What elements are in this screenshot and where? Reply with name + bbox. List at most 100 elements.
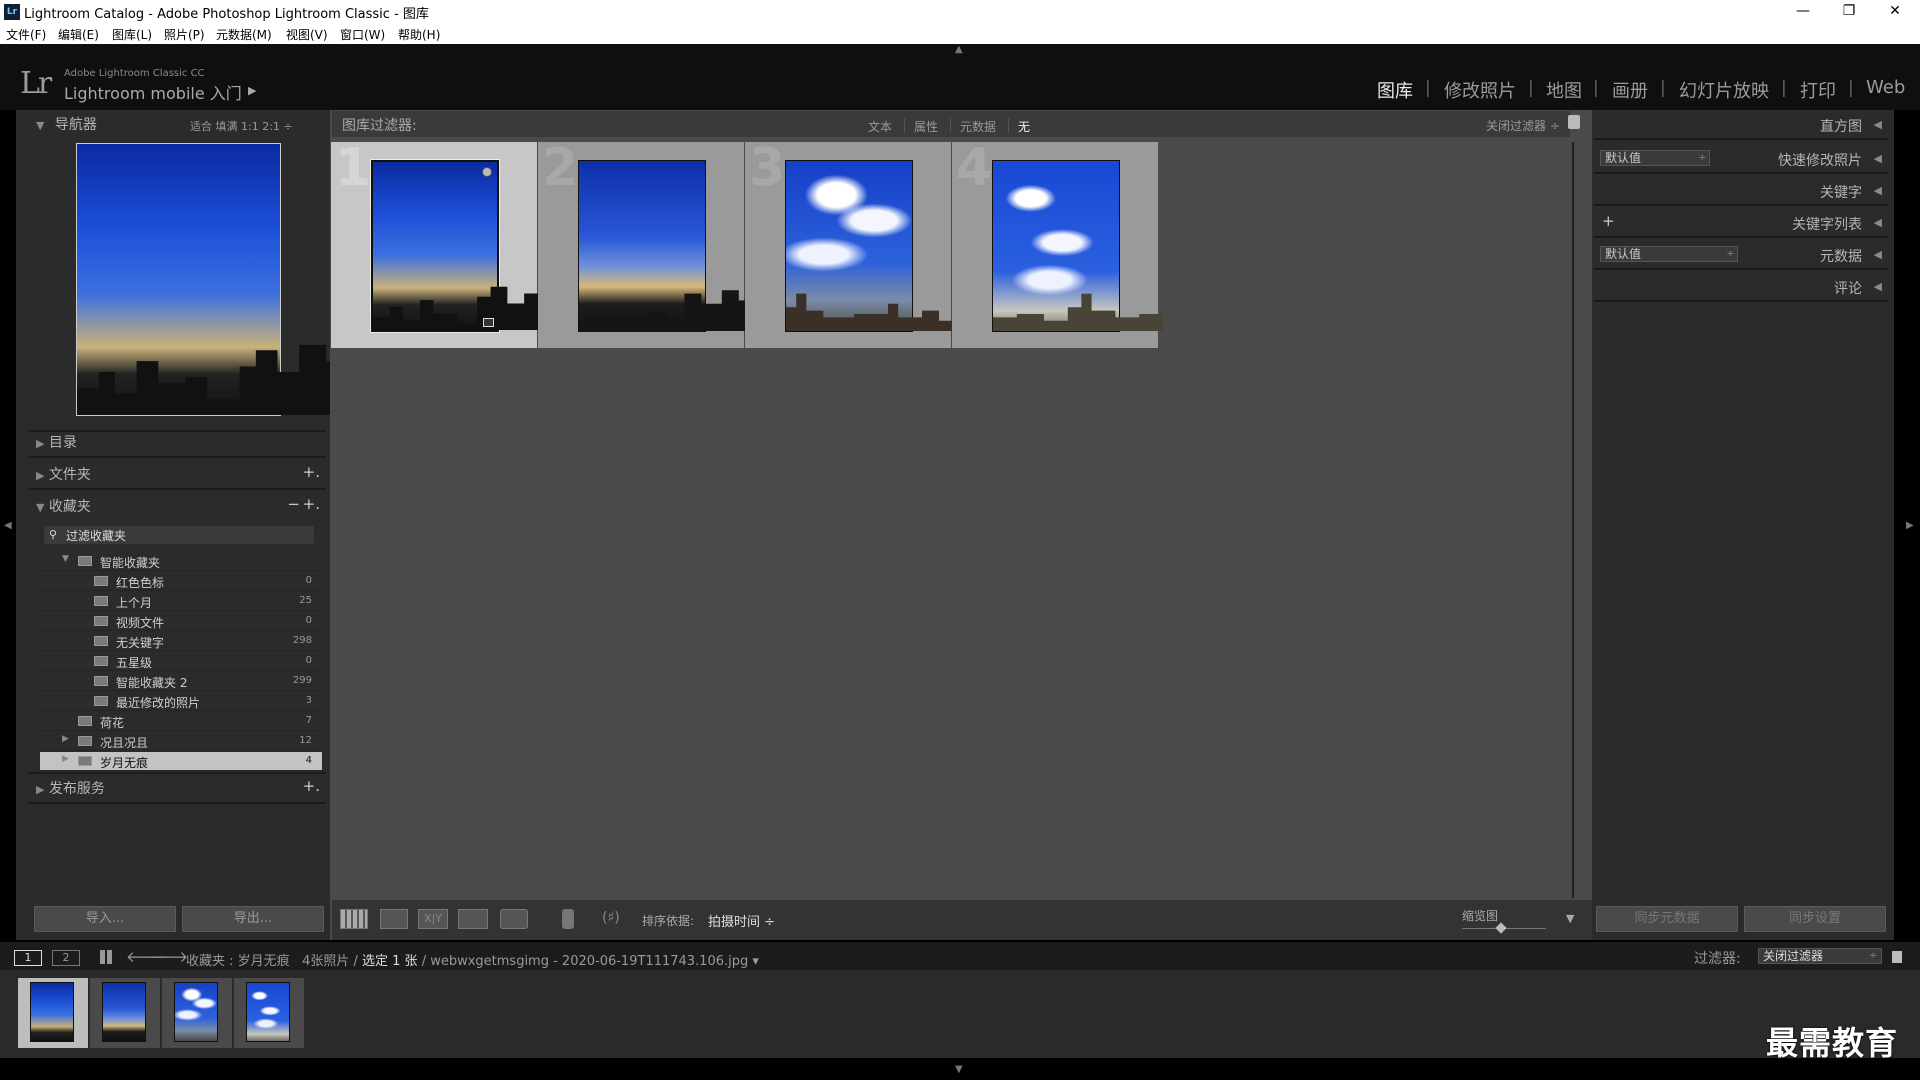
top-panel-toggle-icon[interactable]: ▲ (955, 44, 963, 55)
module-web[interactable]: Web (1866, 77, 1905, 98)
collection-row[interactable]: ▶ 岁月无痕 4 (40, 752, 322, 771)
right-panel-toggle-icon[interactable]: ▶ (1906, 520, 1914, 531)
expand-triangle-icon[interactable]: ▶ (62, 734, 69, 744)
filmstrip-thumbnail[interactable] (102, 982, 146, 1042)
loupe-view-icon[interactable] (380, 909, 408, 929)
collections-filter-input[interactable]: ⚲ 过滤收藏夹 (44, 526, 314, 544)
photo-thumbnail[interactable] (992, 160, 1163, 332)
filmstrip-lock-icon[interactable] (1892, 951, 1902, 963)
filmstrip-thumbnail[interactable] (246, 982, 290, 1042)
grid-cell[interactable]: 3 (745, 138, 956, 348)
play-arrow-icon[interactable]: ▶ (248, 84, 256, 97)
compare-view-icon[interactable]: X|Y (418, 909, 448, 929)
painter-icon[interactable] (562, 909, 574, 929)
menu-library[interactable]: 图库(L) (112, 26, 152, 43)
import-button[interactable]: 导入... (34, 906, 176, 932)
photo-thumbnail[interactable] (785, 160, 956, 332)
menu-view[interactable]: 视图(V) (286, 26, 328, 43)
add-collection-button[interactable]: +. (303, 495, 320, 513)
filmstrip-cell[interactable] (234, 978, 304, 1048)
people-view-icon[interactable] (500, 909, 528, 929)
quick-develop-preset-select[interactable]: 默认值 ÷ (1600, 150, 1710, 166)
quick-develop-panel-header[interactable]: 默认值 ÷ 快速修改照片 ◀ (1594, 144, 1888, 174)
collection-row[interactable]: ▶智能收藏夹 2299 (40, 672, 322, 691)
close-button[interactable]: ✕ (1872, 0, 1918, 24)
a-z-sort-icon[interactable]: (♯) (602, 910, 620, 926)
collection-row[interactable]: ▶ 况且况且 12 (40, 732, 322, 751)
collection-row[interactable]: ▶荷花7 (40, 712, 322, 731)
menu-help[interactable]: 帮助(H) (398, 26, 440, 43)
comments-panel-header[interactable]: 评论 ◀ (1594, 272, 1888, 302)
collection-row[interactable]: ▼ 智能收藏夹 (40, 552, 322, 571)
module-book[interactable]: 画册 (1612, 77, 1648, 103)
grid-scrollbar[interactable] (1572, 142, 1574, 898)
collection-row[interactable]: ▶红色色标0 (40, 572, 322, 591)
left-panel-toggle-icon[interactable]: ◀ (4, 520, 12, 531)
grid-cell[interactable]: 4 (952, 138, 1163, 348)
catalog-panel-header[interactable]: ▶ 目录 (28, 428, 326, 456)
module-slideshow[interactable]: 幻灯片放映 (1679, 77, 1769, 103)
filter-metadata-option[interactable]: 元数据 (960, 118, 996, 135)
restore-button[interactable]: ❐ (1826, 0, 1872, 24)
flag-badge-icon[interactable] (482, 167, 492, 177)
publish-services-panel-header[interactable]: ▶ 发布服务 +. (28, 774, 326, 802)
expand-triangle-icon[interactable]: ▶ (62, 754, 69, 764)
minimize-button[interactable]: — (1780, 0, 1826, 24)
collection-row[interactable]: ▶上个月25 (40, 592, 322, 611)
module-library[interactable]: 图库 (1377, 77, 1413, 103)
grid-cell[interactable]: 1 (331, 138, 541, 348)
module-map[interactable]: 地图 (1546, 77, 1582, 103)
photo-thumbnail[interactable] (370, 159, 541, 333)
histogram-panel-header[interactable]: 直方图 ◀ (1594, 110, 1888, 140)
navigator-zoom-options[interactable]: 适合 填满 1:1 2:1 ÷ (190, 118, 293, 134)
filter-text-option[interactable]: 文本 (868, 118, 892, 135)
menu-edit[interactable]: 编辑(E) (58, 26, 99, 43)
folders-panel-header[interactable]: ▶ 文件夹 +. (28, 460, 326, 488)
navigator-header[interactable]: ▼ 导航器 (36, 114, 97, 138)
filmstrip-thumbnail[interactable] (30, 982, 74, 1042)
module-print[interactable]: 打印 (1800, 77, 1836, 103)
survey-view-icon[interactable] (458, 909, 488, 929)
collapse-triangle-icon[interactable]: ▼ (62, 554, 69, 564)
navigator-preview-image[interactable] (76, 143, 348, 416)
grid-icon[interactable] (100, 950, 114, 964)
sort-dropdown[interactable]: 拍摄时间 ÷ (708, 911, 775, 930)
menu-file[interactable]: 文件(F) (6, 26, 46, 43)
filmstrip-source-info[interactable]: 收藏夹 : 岁月无痕 4张照片 / 选定 1 张 / webwxgetmsgim… (186, 950, 759, 969)
filmstrip-cell[interactable] (18, 978, 88, 1048)
filter-none-option[interactable]: 无 (1018, 118, 1030, 135)
lock-icon[interactable] (1568, 115, 1580, 129)
grid-cell[interactable]: 2 (538, 138, 749, 348)
collection-row[interactable]: ▶无关键字298 (40, 632, 322, 651)
module-develop[interactable]: 修改照片 (1444, 77, 1516, 103)
toolbar-menu-chevron-icon[interactable]: ▼ (1566, 912, 1574, 925)
bottom-panel-toggle-icon[interactable]: ▼ (955, 1064, 963, 1075)
keyword-list-panel-header[interactable]: + 关键字列表 ◀ (1594, 208, 1888, 238)
export-button[interactable]: 导出... (182, 906, 324, 932)
sync-metadata-button[interactable]: 同步元数据 (1596, 906, 1738, 932)
sync-settings-button[interactable]: 同步设置 (1744, 906, 1886, 932)
collection-row[interactable]: ▶最近修改的照片3 (40, 692, 322, 711)
collection-row[interactable]: ▶视频文件0 (40, 612, 322, 631)
photo-thumbnail[interactable] (578, 160, 749, 332)
keywording-panel-header[interactable]: 关键字 ◀ (1594, 176, 1888, 206)
secondary-window-button[interactable]: 2 (52, 950, 80, 966)
add-folder-button[interactable]: +. (303, 463, 320, 481)
metadata-preset-select[interactable]: 默认值 ÷ (1600, 246, 1738, 262)
filter-preset-dropdown[interactable]: 关闭过滤器 ÷ (1486, 117, 1560, 134)
filmstrip-cell[interactable] (90, 978, 160, 1048)
main-window-button[interactable]: 1 (14, 950, 42, 966)
menu-window[interactable]: 窗口(W) (340, 26, 385, 43)
add-keyword-button[interactable]: + (1602, 212, 1615, 230)
filmstrip-filter-dropdown[interactable]: 关闭过滤器 ÷ (1758, 948, 1882, 964)
menu-metadata[interactable]: 元数据(M) (216, 26, 272, 43)
collections-panel-header[interactable]: ▼ 收藏夹 − +. (28, 492, 326, 520)
grid-view-icon[interactable] (340, 909, 368, 929)
remove-collection-button[interactable]: − (287, 495, 300, 513)
forward-arrow-icon[interactable]: 🡒 (148, 947, 188, 966)
add-publish-service-button[interactable]: +. (303, 777, 320, 795)
metadata-panel-header[interactable]: 默认值 ÷ 元数据 ◀ (1594, 240, 1888, 270)
filter-attribute-option[interactable]: 属性 (914, 118, 938, 135)
filmstrip-cell[interactable] (162, 978, 232, 1048)
menu-photo[interactable]: 照片(P) (164, 26, 205, 43)
